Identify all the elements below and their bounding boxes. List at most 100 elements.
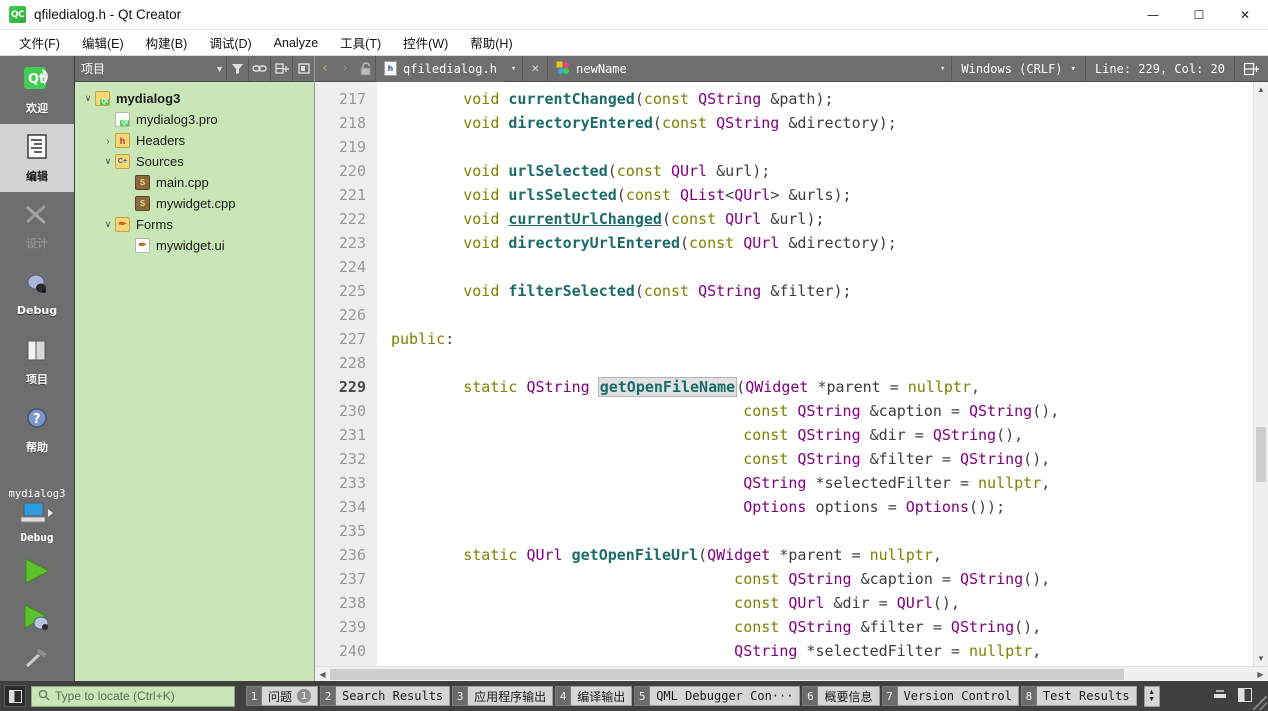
toggle-right-sidebar-icon[interactable] [1238,687,1252,705]
build-hammer-icon[interactable] [22,646,52,675]
menu-edit[interactable]: 编辑(E) [71,30,135,55]
mode-help[interactable]: ? 帮助 [0,396,74,464]
output-pane-3[interactable]: 3 应用程序输出 [452,685,554,707]
output-pane-8[interactable]: 8 Test Results [1020,685,1137,707]
filter-icon[interactable] [226,56,248,81]
symbol-dropdown-icon[interactable]: ▾ [934,64,951,74]
kit-selector[interactable]: mydialog3 Debug [0,488,74,681]
menu-window[interactable]: 控件(W) [392,30,459,55]
code-line[interactable] [391,303,1253,327]
code-line[interactable]: const QString &filter = QString(), [391,447,1253,471]
minimize-output-icon[interactable] [1212,688,1228,705]
resize-grip[interactable] [1253,696,1267,710]
tree-item-mywidget-ui[interactable]: mywidget.ui [75,235,314,256]
output-pane-4[interactable]: 4 编译输出 [555,685,633,707]
code-line[interactable]: void currentUrlChanged(const QUrl &url); [391,207,1253,231]
code-line[interactable]: const QString &caption = QString(), [391,399,1253,423]
chevron-down-icon[interactable]: ▼ [215,64,224,74]
split-editor-button[interactable] [1234,55,1268,82]
locator-input[interactable]: Type to locate (Ctrl+K) [31,685,235,707]
editor-vertical-scrollbar[interactable]: ▲ ▼ [1253,82,1268,666]
vertical-scroll-thumb[interactable] [1256,427,1266,482]
lock-icon[interactable] [355,56,375,82]
navigate-back-icon[interactable]: ‹ [315,56,335,82]
horizontal-scroll-track[interactable] [330,667,1253,682]
code-line[interactable]: const QUrl &dir = QUrl(), [391,591,1253,615]
scroll-down-arrow-icon[interactable]: ▼ [1254,651,1268,666]
code-line[interactable] [391,135,1253,159]
horizontal-scroll-thumb[interactable] [330,668,1124,680]
maximize-button[interactable]: ☐ [1176,0,1222,30]
scroll-left-arrow-icon[interactable]: ◀ [315,670,330,679]
code-line[interactable]: const QString &dir = QString(), [391,423,1253,447]
code-line[interactable]: const QString &filter = QString(), [391,615,1253,639]
menu-build[interactable]: 构建(B) [135,30,199,55]
output-pane-7[interactable]: 7 Version Control [881,685,1019,707]
tree-item-mydialog3-pro[interactable]: mydialog3.pro [75,109,314,130]
code-line[interactable] [391,255,1253,279]
chevron-down-icon[interactable]: ∨ [81,93,95,104]
mode-welcome[interactable]: Qt 欢迎 [0,56,74,124]
output-pane-6[interactable]: 6 概要信息 [802,685,880,707]
split-add-icon[interactable] [270,56,292,81]
source-code[interactable]: void currentChanged(const QString &path)… [377,82,1253,666]
tree-item-mywidget-cpp[interactable]: Smywidget.cpp [75,193,314,214]
mode-design: 设计 [0,192,74,260]
line-ending-selector[interactable]: Windows (CRLF) ▾ [951,55,1085,82]
mode-debug[interactable]: Debug [0,260,74,328]
editor-horizontal-scrollbar[interactable]: ◀ ▶ [315,666,1268,681]
tree-item-sources[interactable]: ∨ C+ Sources [75,151,314,172]
code-line[interactable]: static QUrl getOpenFileUrl(QWidget *pare… [391,543,1253,567]
close-panel-icon[interactable] [292,56,314,81]
scroll-right-arrow-icon[interactable]: ▶ [1253,670,1268,679]
close-document-icon[interactable]: ✕ [523,61,547,76]
code-line[interactable]: QString *selectedFilter = nullptr, [391,471,1253,495]
close-button[interactable]: ✕ [1222,0,1268,30]
menu-file[interactable]: 文件(F) [8,30,71,55]
code-line[interactable]: QString *selectedFilter = nullptr, [391,639,1253,663]
spinner-up-icon[interactable]: ▲ [1148,689,1155,696]
code-line[interactable]: const QString &caption = QString(), [391,567,1253,591]
link-sync-icon[interactable] [248,56,270,81]
tree-item-mydialog3[interactable]: ∨ mydialog3 [75,88,314,109]
chevron-down-icon[interactable]: ∨ [101,156,115,167]
code-line[interactable] [391,351,1253,375]
tree-item-headers[interactable]: › h Headers [75,130,314,151]
open-file-selector[interactable]: h qfiledialog.h [376,55,505,82]
debug-button[interactable] [20,602,54,638]
output-pane-spinner[interactable]: ▲ ▼ [1143,685,1160,707]
run-button[interactable] [20,556,54,592]
tree-item-main-cpp[interactable]: Smain.cpp [75,172,314,193]
menu-debug[interactable]: 调试(D) [198,30,262,55]
symbol-selector[interactable]: newName [548,61,934,77]
output-pane-2[interactable]: 2 Search Results [320,685,451,707]
code-line[interactable]: static QString getOpenFileName(QWidget *… [391,375,1253,399]
chevron-right-icon[interactable]: › [101,136,115,146]
code-line[interactable]: void currentChanged(const QString &path)… [391,87,1253,111]
menu-analyze[interactable]: Analyze [263,33,329,53]
code-line[interactable]: void urlsSelected(const QList<QUrl> &url… [391,183,1253,207]
navigate-forward-icon[interactable]: › [335,56,355,82]
mode-edit[interactable]: 编辑 [0,124,74,192]
cpp-source-file-icon: S [135,196,150,211]
spinner-down-icon[interactable]: ▼ [1148,696,1155,703]
code-line[interactable]: void directoryUrlEntered(const QUrl &dir… [391,231,1253,255]
minimize-button[interactable]: — [1130,0,1176,30]
file-dropdown-icon[interactable]: ▾ [505,64,522,74]
scroll-up-arrow-icon[interactable]: ▲ [1254,82,1268,97]
code-line[interactable]: Options options = Options()); [391,495,1253,519]
mode-projects[interactable]: 项目 [0,328,74,396]
chevron-down-icon[interactable]: ∨ [101,219,115,230]
code-line[interactable]: void filterSelected(const QString &filte… [391,279,1253,303]
toggle-left-sidebar-icon[interactable] [4,685,26,707]
output-pane-5[interactable]: 5 QML Debugger Con··· [634,685,801,707]
menu-help[interactable]: 帮助(H) [459,30,523,55]
code-line[interactable]: void directoryEntered(const QString &dir… [391,111,1253,135]
code-line[interactable] [391,519,1253,543]
code-line[interactable]: public: [391,327,1253,351]
tree-item-forms[interactable]: ∨ Forms [75,214,314,235]
code-line[interactable]: void urlSelected(const QUrl &url); [391,159,1253,183]
output-pane-1[interactable]: 1 问题 1 [246,685,319,707]
menu-tools[interactable]: 工具(T) [329,30,392,55]
project-tree[interactable]: ∨mydialog3 mydialog3.pro›hHeaders∨C+Sour… [75,82,314,681]
